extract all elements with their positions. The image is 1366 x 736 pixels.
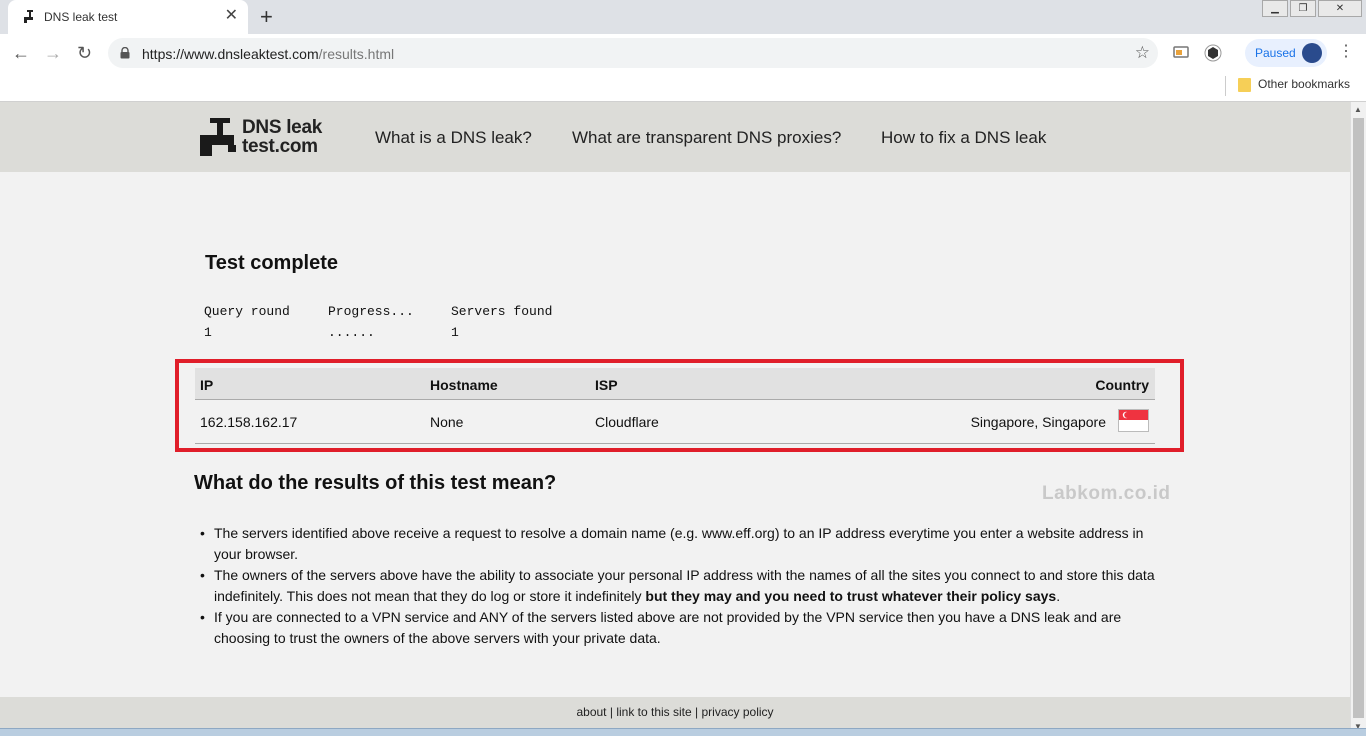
minimize-icon[interactable]: ▁ [1262, 0, 1288, 17]
other-bookmarks[interactable]: Other bookmarks [1258, 77, 1350, 91]
privacy-policy-link[interactable]: privacy policy [702, 705, 774, 719]
page-scrollbar[interactable]: ▲ ▼ [1350, 102, 1366, 736]
list-item: If you are connected to a VPN service an… [200, 607, 1159, 649]
ip-value: 162.158.162.17 [200, 414, 298, 430]
ip-header: IP [200, 377, 214, 393]
site-header: DNS leak test.com What is a DNS leak? Wh… [0, 102, 1350, 172]
address-bar[interactable]: https://www.dnsleaktest.com/results.html… [108, 38, 1158, 68]
window-controls: ▁ ❐ ✕ [1260, 0, 1362, 17]
query-round-value: 1 [204, 325, 212, 340]
list-item: The servers identified above receive a r… [200, 523, 1159, 565]
watermark: Labkom.co.id [1042, 483, 1171, 504]
page-title: Test complete [205, 252, 338, 274]
progress-value: ...... [328, 325, 375, 340]
bookmarks-divider [1225, 76, 1226, 96]
tab-strip: DNS leak test ✕ + ▁ ❐ ✕ [0, 0, 1366, 34]
faucet-logo-icon [200, 118, 236, 156]
tab-dns-leak-test[interactable]: DNS leak test ✕ [8, 0, 248, 34]
bookmarks-bar: Other bookmarks [0, 72, 1366, 102]
extension-icon[interactable] [1204, 44, 1222, 62]
new-tab-button[interactable]: + [260, 5, 273, 29]
browser-toolbar: ← → ↻ https://www.dnsleaktest.com/result… [0, 34, 1366, 72]
scroll-up-icon[interactable]: ▲ [1354, 105, 1362, 114]
isp-value: Cloudflare [595, 414, 659, 430]
hostname-value: None [430, 414, 464, 430]
nav-transparent-dns-proxies[interactable]: What are transparent DNS proxies? [572, 128, 841, 148]
servers-found-header: Servers found [451, 304, 553, 319]
isp-header: ISP [595, 377, 618, 393]
nav-how-to-fix[interactable]: How to fix a DNS leak [881, 128, 1046, 148]
menu-icon[interactable]: ⋮ [1338, 42, 1354, 62]
logo-text: DNS leak test.com [242, 117, 322, 157]
reload-icon[interactable]: ↻ [77, 43, 92, 63]
nav-what-is-dns-leak[interactable]: What is a DNS leak? [375, 128, 532, 148]
tab-title: DNS leak test [44, 10, 118, 24]
url-text[interactable]: https://www.dnsleaktest.com/results.html [142, 46, 394, 62]
star-icon[interactable]: ☆ [1135, 43, 1150, 63]
folder-icon[interactable] [1238, 78, 1251, 92]
restore-icon[interactable]: ❐ [1290, 0, 1316, 17]
hostname-header: Hostname [430, 377, 498, 393]
back-icon[interactable]: ← [12, 43, 30, 63]
about-link[interactable]: about [576, 705, 606, 719]
faucet-icon [24, 10, 33, 23]
section-title: What do the results of this test mean? [194, 472, 557, 494]
avatar [1302, 43, 1322, 63]
forward-icon[interactable]: → [44, 43, 62, 63]
country-header: Country [1095, 377, 1149, 393]
tab-close-icon[interactable]: ✕ [225, 8, 238, 24]
link-to-site-link[interactable]: link to this site [616, 705, 691, 719]
singapore-flag-icon [1118, 409, 1149, 432]
list-item: The owners of the servers above have the… [200, 565, 1159, 607]
cast-icon[interactable] [1172, 44, 1190, 62]
table-row: 162.158.162.17 None Cloudflare Singapore… [195, 401, 1155, 444]
footer-links: about | link to this site | privacy poli… [576, 705, 774, 719]
country-value: Singapore, Singapore [970, 414, 1106, 430]
close-window-icon[interactable]: ✕ [1318, 0, 1362, 17]
lock-icon [120, 47, 130, 59]
query-round-header: Query round [204, 304, 290, 319]
os-taskbar [0, 728, 1366, 736]
profile-status: Paused [1255, 46, 1296, 60]
servers-found-value: 1 [451, 325, 459, 340]
site-logo[interactable]: DNS leak test.com [200, 114, 340, 162]
explanation-list: The servers identified above receive a r… [200, 523, 1159, 649]
results-header-row: IP Hostname ISP Country [195, 368, 1155, 400]
scroll-thumb[interactable] [1353, 118, 1364, 718]
progress-header: Progress... [328, 304, 414, 319]
profile-button[interactable]: Paused [1245, 39, 1327, 67]
